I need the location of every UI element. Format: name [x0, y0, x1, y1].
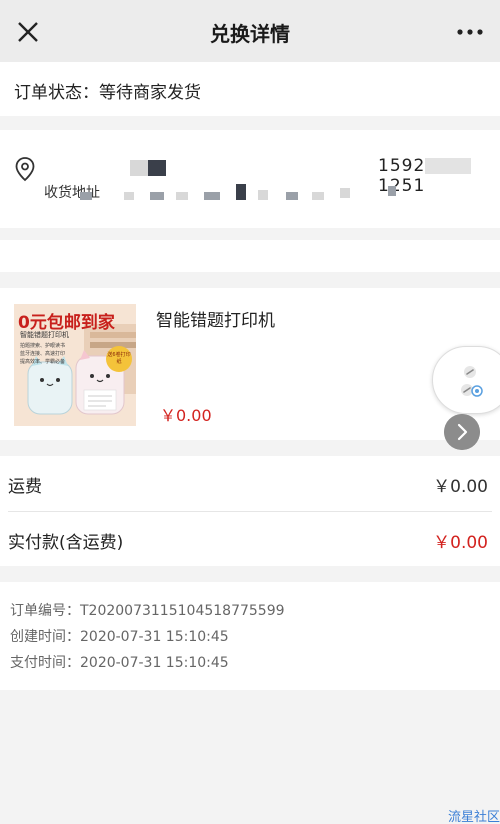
address-divider-strip	[0, 240, 500, 272]
phone-number: 15921251	[378, 156, 500, 196]
paid-time: 支付时间：2020-07-31 15:10:45	[10, 655, 229, 671]
shipping-label: 运费	[8, 477, 42, 497]
fees-section: 运费 ￥0.00 实付款(含运费) ￥0.00	[0, 456, 500, 566]
redacted-phone	[425, 158, 472, 174]
total-value: ￥0.00	[433, 533, 488, 553]
thumbnail-feature: 蓝牙连接、高速打印	[20, 351, 66, 357]
product-card[interactable]: 0元包邮到家 智能错题打印机 拍题搜索、护眼读书 蓝牙连接、高速打印 提高效率、…	[0, 288, 500, 440]
phone-suffix: 1251	[378, 176, 426, 196]
phone-prefix: 1592	[378, 156, 426, 176]
redacted-address	[176, 192, 188, 200]
redacted-address	[388, 186, 396, 196]
redacted-address	[340, 188, 350, 198]
redacted-address	[258, 190, 268, 200]
thumbnail-features: 拍题搜索、护眼读书 蓝牙连接、高速打印 提高效率、学霸必备	[20, 342, 65, 366]
shipping-value: ￥0.00	[433, 477, 488, 497]
thumbnail-badge: 送6卷打印纸	[106, 346, 132, 372]
total-row: 实付款(含运费) ￥0.00	[0, 512, 500, 567]
redacted-address	[204, 192, 220, 200]
total-label: 实付款(含运费)	[8, 533, 124, 553]
thumbnail-feature: 提高效率、学霸必备	[20, 359, 66, 365]
floating-link-button[interactable]	[432, 346, 500, 414]
link-icon	[461, 366, 483, 397]
order-status-label: 订单状态：等待商家发货	[14, 83, 201, 103]
address-card[interactable]: 15921251 收货地址	[0, 130, 500, 228]
created-time: 创建时间：2020-07-31 15:10:45	[10, 629, 229, 645]
redacted-address	[150, 192, 164, 200]
order-status-section: 订单状态：等待商家发货	[0, 62, 500, 116]
page-title: 兑换详情	[210, 22, 290, 46]
chevron-right-icon[interactable]	[444, 414, 480, 450]
product-thumbnail[interactable]: 0元包邮到家 智能错题打印机 拍题搜索、护眼读书 蓝牙连接、高速打印 提高效率、…	[14, 304, 136, 426]
redacted-address	[80, 192, 92, 200]
thumbnail-feature: 拍题搜索、护眼读书	[20, 343, 66, 349]
thumbnail-subtitle: 智能错题打印机	[20, 331, 69, 339]
more-dots-icon[interactable]	[452, 16, 488, 48]
order-info-section: 订单编号：T2020073115104518775599 创建时间：2020-0…	[0, 582, 500, 690]
order-number: 订单编号：T2020073115104518775599	[10, 603, 285, 619]
redacted-address	[236, 184, 246, 200]
product-name[interactable]: 智能错题打印机	[156, 306, 275, 331]
redacted-address	[124, 192, 134, 200]
nav-bar: 兑换详情	[0, 0, 500, 62]
shipping-row: 运费 ￥0.00	[0, 456, 500, 511]
location-pin-icon	[15, 157, 35, 182]
redacted-name	[130, 160, 148, 176]
product-price: ￥0.00	[160, 406, 212, 425]
watermark: 流星社区	[447, 810, 500, 824]
redacted-name	[148, 160, 166, 176]
redacted-address	[312, 192, 324, 200]
redacted-address	[286, 192, 298, 200]
